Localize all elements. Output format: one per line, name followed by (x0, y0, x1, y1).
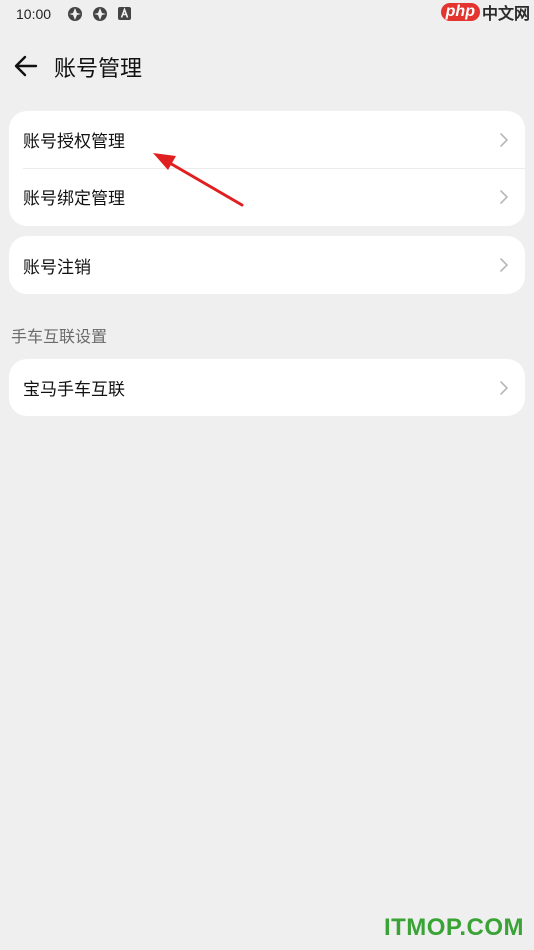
watermark-bottom: ITMOP.COM (383, 914, 524, 941)
account-card: 账号授权管理 账号绑定管理 (9, 111, 525, 226)
chevron-right-icon (500, 258, 509, 272)
watermark-php-logo: php (440, 3, 480, 21)
chevron-right-icon (500, 132, 509, 147)
list-item-label: 账号注销 (23, 257, 91, 278)
list-item-label: 账号绑定管理 (23, 189, 125, 209)
back-arrow-icon[interactable] (12, 52, 40, 80)
chevron-right-icon (500, 189, 509, 204)
list-item-label: 账号授权管理 (23, 132, 125, 152)
chevron-right-icon (500, 380, 509, 395)
list-item-bmw-car-connect[interactable]: 宝马手车互联 (9, 359, 525, 416)
section-title: 手车互联设置 (11, 327, 108, 346)
status-time: 10:00 (16, 6, 52, 22)
page-title: 账号管理 (54, 57, 143, 82)
account-deletion-card: 账号注销 (9, 236, 525, 294)
car-connect-card: 宝马手车互联 (9, 359, 525, 416)
a-notification-icon (118, 7, 131, 20)
header: 账号管理 (0, 42, 534, 88)
watermark-cn-text: 中文网 (481, 4, 530, 23)
list-item-account-authorization[interactable]: 账号授权管理 (9, 111, 525, 168)
app-icon (68, 7, 82, 21)
app-icon (93, 7, 107, 21)
list-item-label: 宝马手车互联 (23, 380, 125, 400)
watermark-top: php 中文网 (440, 0, 534, 24)
list-item-account-deletion[interactable]: 账号注销 (9, 236, 525, 294)
list-item-account-binding[interactable]: 账号绑定管理 (9, 168, 525, 225)
